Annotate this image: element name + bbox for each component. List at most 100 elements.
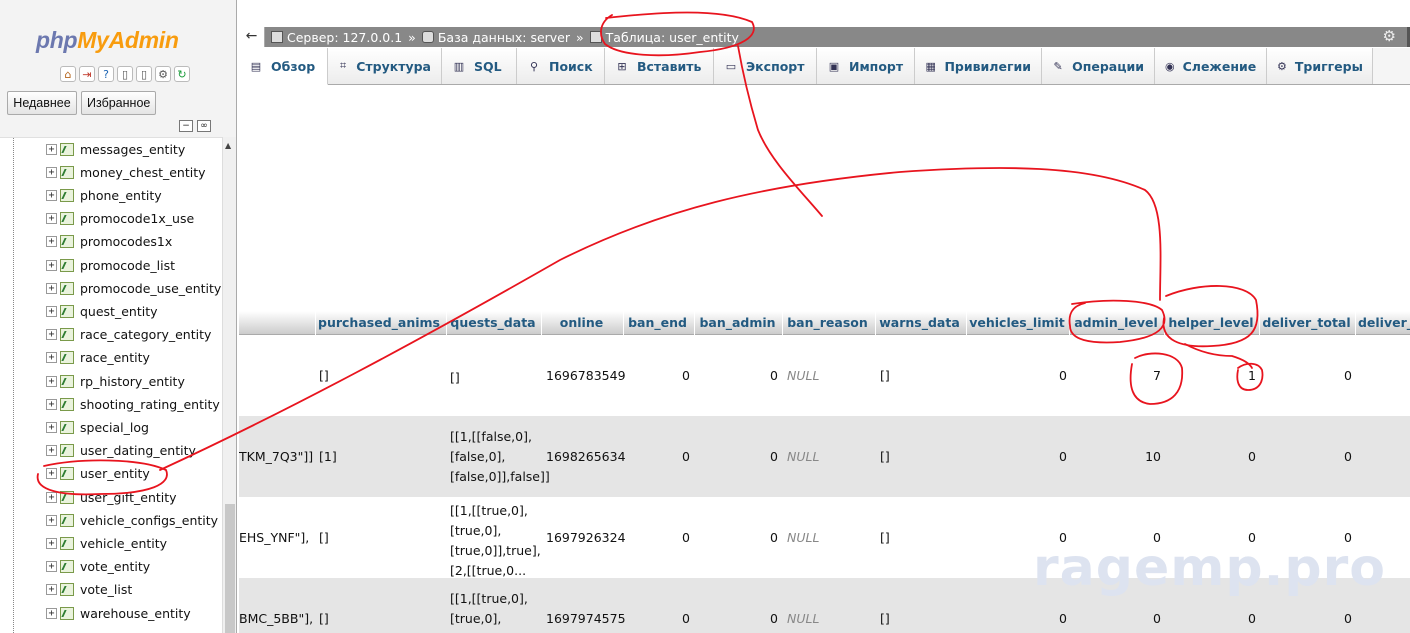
link-icon[interactable]: ∞	[197, 120, 211, 132]
tree-item-vote_list[interactable]: + vote_list	[46, 580, 222, 600]
expand-icon[interactable]: +	[46, 305, 57, 317]
cell-ban_end: 0	[682, 448, 690, 464]
tree-item-shooting_rating_entity[interactable]: + shooting_rating_entity	[46, 394, 222, 414]
tree-item-label: race_entity	[80, 350, 150, 366]
cell-online: 1697926324	[546, 529, 626, 545]
reload-icon[interactable]: ↻	[174, 66, 190, 82]
column-header-vehicles_limit[interactable]: vehicles_limit	[966, 311, 1067, 335]
table-icon	[60, 444, 74, 458]
settings-icon[interactable]: ⚙	[155, 66, 171, 82]
tree-item-race_entity[interactable]: + race_entity	[46, 348, 222, 368]
column-header-ban_reason[interactable]: ban_reason	[782, 311, 872, 335]
tree-item-phone_entity[interactable]: + phone_entity	[46, 185, 222, 205]
tab-export[interactable]: ▭ Экспорт	[714, 48, 817, 84]
tree-item-warehouse_entity[interactable]: + warehouse_entity	[46, 603, 222, 623]
tab-triggers[interactable]: ⚙ Триггеры	[1267, 48, 1373, 84]
expand-icon[interactable]: +	[46, 352, 57, 364]
tree-item-user_dating_entity[interactable]: + user_dating_entity	[46, 441, 222, 461]
expand-icon[interactable]: +	[46, 537, 57, 549]
scroll-up-icon[interactable]: ▲	[225, 141, 231, 150]
column-header-quests_data[interactable]: quests_data	[446, 311, 539, 335]
docs-page-icon[interactable]: ▯	[136, 66, 152, 82]
table-row[interactable]: [] [] 1696783549 0 0 NULL [] 0 7 1 0	[239, 335, 1410, 416]
cell-online: 1698265634	[546, 448, 626, 464]
tree-item-user_gift_entity[interactable]: + user_gift_entity	[46, 487, 222, 507]
breadcrumb-table[interactable]: Таблица: user_entity	[584, 30, 739, 45]
expand-icon[interactable]: +	[46, 421, 57, 433]
favorites-button[interactable]: Избранное	[81, 91, 156, 115]
tree-item-vehicle_entity[interactable]: + vehicle_entity	[46, 533, 222, 553]
server-icon	[271, 31, 283, 43]
expand-icon[interactable]: +	[46, 514, 57, 526]
quests-data-line: [true,0],	[450, 523, 502, 538]
tree-item-quest_entity[interactable]: + quest_entity	[46, 301, 222, 321]
tab-browse[interactable]: ▤ Обзор	[239, 48, 328, 85]
expand-icon[interactable]: +	[46, 213, 57, 225]
expand-icon[interactable]: +	[46, 491, 57, 503]
column-header-deliver_total[interactable]: deliver_total	[1259, 311, 1353, 335]
column-header-deliver_[interactable]: deliver_	[1355, 311, 1410, 335]
tree-controls: − ∞	[179, 120, 211, 132]
cell-purchased_anims: []	[319, 610, 329, 626]
column-header-ban_admin[interactable]: ban_admin	[694, 311, 780, 335]
column-header-helper_level[interactable]: helper_level	[1164, 311, 1257, 335]
collapse-all-icon[interactable]: −	[179, 120, 193, 132]
expand-icon[interactable]: +	[46, 398, 57, 410]
breadcrumb-database[interactable]: База данных: server	[416, 30, 570, 45]
expand-icon[interactable]: +	[46, 282, 57, 294]
tab-privileges[interactable]: ▦ Привилегии	[915, 48, 1042, 84]
table-row[interactable]: TKM_7Q3"]] [1] [[1,[[false,0], [false,0], [f…	[239, 416, 1410, 497]
expand-icon[interactable]: +	[46, 329, 57, 341]
expand-icon[interactable]: +	[46, 375, 57, 387]
help-icon[interactable]: ?	[98, 66, 114, 82]
expand-icon[interactable]: +	[46, 166, 57, 178]
column-header-ban_end[interactable]: ban_end	[623, 311, 691, 335]
tab-structure[interactable]: ⌗ Структура	[328, 48, 442, 84]
scroll-thumb[interactable]	[225, 504, 235, 633]
tree-item-user_entity[interactable]: + user_entity	[46, 464, 222, 484]
column-header-purchased_anims[interactable]: purchased_anims	[315, 311, 442, 335]
expand-icon[interactable]: +	[46, 607, 57, 619]
docs-icon[interactable]: ▯	[117, 66, 133, 82]
nav-scrollbar[interactable]: ▲	[222, 137, 236, 633]
tree-item-money_chest_entity[interactable]: + money_chest_entity	[46, 162, 222, 182]
expand-icon[interactable]: +	[46, 236, 57, 248]
tree-item-special_log[interactable]: + special_log	[46, 417, 222, 437]
recent-button[interactable]: Недавнее	[7, 91, 77, 115]
column-header-warns_data[interactable]: warns_data	[875, 311, 963, 335]
tree-item-promocode_use_entity[interactable]: + promocode_use_entity	[46, 278, 222, 298]
tree-item-promocode1x_use[interactable]: + promocode1x_use	[46, 209, 222, 229]
tree-item-promocode_list[interactable]: + promocode_list	[46, 255, 222, 275]
column-header-admin_level[interactable]: admin_level	[1069, 311, 1162, 335]
phpmyadmin-logo[interactable]: phpMyAdmin	[36, 27, 179, 54]
expand-icon[interactable]: +	[46, 561, 57, 573]
tree-item-rp_history_entity[interactable]: + rp_history_entity	[46, 371, 222, 391]
logout-icon[interactable]: ⇥	[79, 66, 95, 82]
tree-item-promocodes1x[interactable]: + promocodes1x	[46, 232, 222, 252]
tab-search[interactable]: ⚲ Поиск	[517, 48, 605, 84]
expand-icon[interactable]: +	[46, 584, 57, 596]
tab-insert[interactable]: ⊞ Вставить	[605, 48, 714, 84]
back-arrow-icon[interactable]: ←	[239, 27, 265, 47]
breadcrumb-server[interactable]: Сервер: 127.0.0.1	[265, 30, 402, 45]
tab-operations[interactable]: ✎ Операции	[1042, 48, 1155, 84]
tree-item-race_category_entity[interactable]: + race_category_entity	[46, 325, 222, 345]
cell-quests_data: []	[450, 368, 460, 388]
table-icon	[60, 606, 74, 620]
home-icon[interactable]: ⌂	[60, 66, 76, 82]
expand-icon[interactable]: +	[46, 143, 57, 155]
expand-icon[interactable]: +	[46, 259, 57, 271]
cell-admin_level: 10	[1145, 448, 1161, 464]
tree-item-vote_entity[interactable]: + vote_entity	[46, 557, 222, 577]
cell-warns_data: []	[880, 448, 890, 464]
settings-gear-icon[interactable]: ⚙	[1383, 27, 1396, 45]
expand-icon[interactable]: +	[46, 445, 57, 457]
expand-icon[interactable]: +	[46, 189, 57, 201]
tab-import[interactable]: ▣ Импорт	[817, 48, 915, 84]
tree-item-messages_entity[interactable]: + messages_entity	[46, 139, 222, 159]
tab-tracking[interactable]: ◉ Слежение	[1155, 48, 1267, 84]
expand-icon[interactable]: +	[46, 468, 57, 480]
column-header-online[interactable]: online	[541, 311, 621, 335]
tree-item-vehicle_configs_entity[interactable]: + vehicle_configs_entity	[46, 510, 222, 530]
tab-sql[interactable]: ▥ SQL	[442, 48, 517, 84]
